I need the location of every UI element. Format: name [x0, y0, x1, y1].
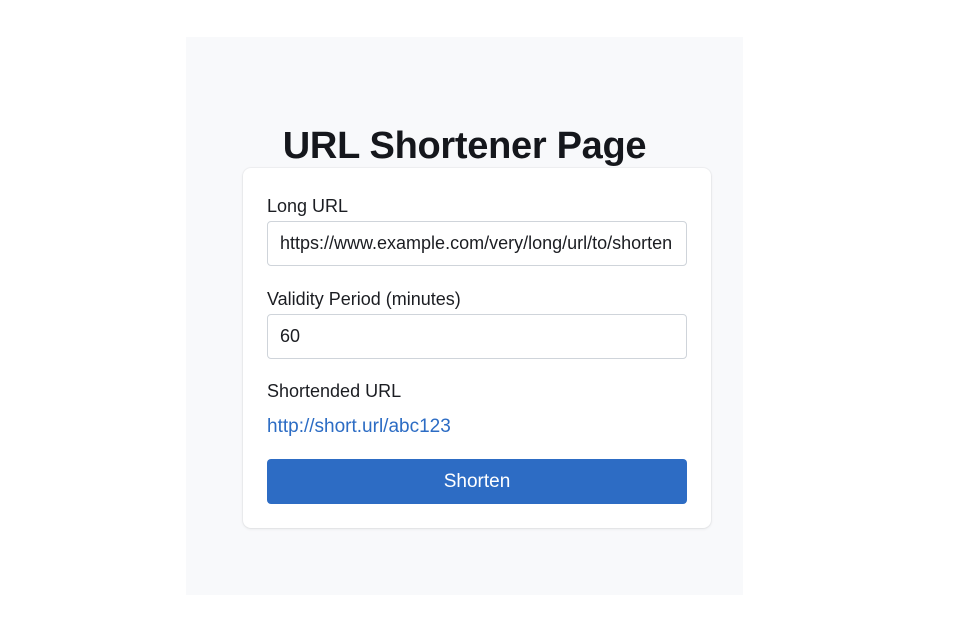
- long-url-input[interactable]: [267, 221, 687, 266]
- validity-period-label: Validity Period (minutes): [267, 289, 461, 309]
- shorten-button[interactable]: Shorten: [267, 459, 687, 504]
- shortened-url-label: Shortended URL: [267, 381, 402, 401]
- long-url-label: Long URL: [267, 196, 349, 216]
- shortener-form-card: Long URL Validity Period (minutes) Short…: [243, 168, 711, 528]
- page-title: URL Shortener Page: [282, 125, 647, 167]
- shortened-url-link[interactable]: http://short.url/abc123: [267, 416, 451, 438]
- validity-period-input[interactable]: [267, 314, 687, 359]
